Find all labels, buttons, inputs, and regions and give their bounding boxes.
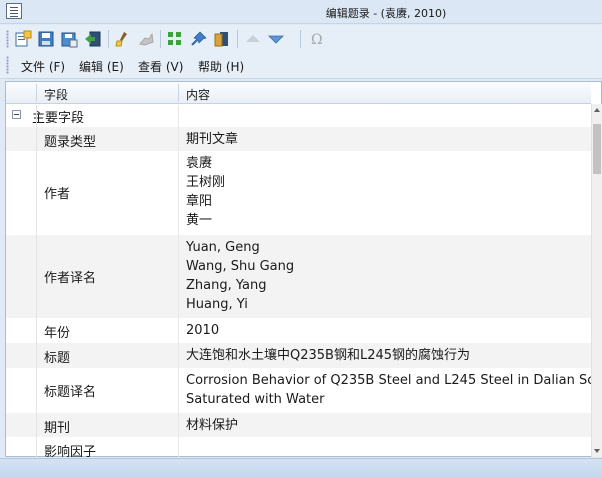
field-name: 年份	[44, 326, 71, 341]
title-bar: 编辑题录 - (袁赓, 2010)	[0, 0, 602, 24]
group-row[interactable]: 主要字段	[6, 105, 591, 127]
column-header-field[interactable]: 字段	[44, 86, 68, 103]
field-name: 标题	[44, 351, 71, 366]
grid-rows: 主要字段 题录类型 期刊文章 作者 袁赓 王树刚 章阳 黄一 作者译名 Yuan…	[6, 105, 591, 457]
collapse-icon[interactable]	[12, 110, 21, 119]
menu-view[interactable]: 查看 (V)	[138, 58, 183, 75]
toolbar: Ω	[0, 25, 602, 52]
field-value[interactable]: 材料保护	[186, 416, 586, 435]
table-row[interactable]: 标题译名 Corrosion Behavior of Q235B Steel a…	[6, 368, 591, 413]
table-row[interactable]: 标题 大连饱和水土壤中Q235B钢和L245钢的腐蚀行为	[6, 343, 591, 368]
scroll-down-icon[interactable]	[594, 449, 600, 453]
move-down-icon[interactable]	[267, 30, 285, 48]
window-title: 编辑题录 - (袁赓, 2010)	[325, 7, 447, 20]
save-icon[interactable]	[37, 30, 55, 48]
field-value[interactable]: 期刊文章	[186, 130, 586, 149]
column-separator	[36, 84, 37, 102]
field-name: 作者译名	[44, 271, 97, 286]
toolbar-grip-icon[interactable]	[6, 30, 9, 48]
menu-bar: 文件 (F) 编辑 (E) 查看 (V) 帮助 (H)	[0, 52, 602, 79]
table-row[interactable]: 影响因子	[6, 437, 591, 457]
toolbar-separator	[160, 30, 161, 48]
menu-file[interactable]: 文件 (F)	[21, 58, 65, 75]
toolbar-separator	[108, 30, 109, 48]
field-grid: 字段 内容 主要字段 题录类型 期刊文章 作者 袁赓 王树刚 章阳 黄一 作者译…	[5, 81, 602, 457]
row-indent-line	[36, 105, 37, 457]
toolbar-separator	[300, 30, 301, 48]
grid-layout-icon[interactable]	[166, 30, 184, 48]
status-bar	[0, 458, 602, 478]
field-name: 影响因子	[44, 445, 97, 457]
field-name: 题录类型	[44, 135, 97, 150]
field-value[interactable]: Yuan, Geng Wang, Shu Gang Zhang, Yang Hu…	[186, 238, 586, 314]
menu-help[interactable]: 帮助 (H)	[198, 58, 244, 75]
field-value[interactable]: Corrosion Behavior of Q235B Steel and L2…	[186, 371, 591, 409]
field-name: 作者	[44, 187, 71, 202]
grid-header: 字段 内容	[6, 82, 591, 104]
pin-icon[interactable]	[190, 30, 208, 48]
menu-edit[interactable]: 编辑 (E)	[79, 58, 124, 75]
column-header-value[interactable]: 内容	[186, 86, 210, 103]
table-row[interactable]: 作者译名 Yuan, Geng Wang, Shu Gang Zhang, Ya…	[6, 235, 591, 318]
disabled-tool-icon	[139, 32, 154, 46]
export-icon[interactable]	[84, 30, 102, 48]
save-as-icon[interactable]	[60, 30, 78, 48]
table-row[interactable]: 作者 袁赓 王树刚 章阳 黄一	[6, 151, 591, 235]
book-import-icon[interactable]	[212, 30, 230, 48]
move-up-icon	[246, 35, 260, 42]
vertical-scrollbar[interactable]	[591, 104, 602, 457]
table-row[interactable]: 题录类型 期刊文章	[6, 127, 591, 151]
group-label: 主要字段	[32, 111, 85, 126]
field-value[interactable]: 2010	[186, 321, 586, 340]
omega-symbol-icon: Ω	[311, 32, 323, 48]
column-divider-line	[178, 105, 179, 457]
column-separator[interactable]	[178, 84, 179, 102]
table-row[interactable]: 期刊 材料保护	[6, 413, 591, 437]
menubar-grip-icon[interactable]	[6, 56, 9, 74]
field-name: 期刊	[44, 421, 71, 436]
toolbar-separator	[237, 30, 238, 48]
clean-brush-icon[interactable]	[113, 30, 131, 48]
scroll-thumb[interactable]	[593, 124, 601, 174]
field-value[interactable]: 大连饱和水土壤中Q235B钢和L245钢的腐蚀行为	[186, 346, 586, 365]
table-row[interactable]: 年份 2010	[6, 318, 591, 343]
scroll-up-icon[interactable]	[594, 108, 600, 112]
field-name: 标题译名	[44, 385, 97, 400]
svg-text:Ω: Ω	[311, 32, 323, 48]
new-record-icon[interactable]	[14, 30, 32, 48]
field-value[interactable]: 袁赓 王树刚 章阳 黄一	[186, 154, 586, 230]
